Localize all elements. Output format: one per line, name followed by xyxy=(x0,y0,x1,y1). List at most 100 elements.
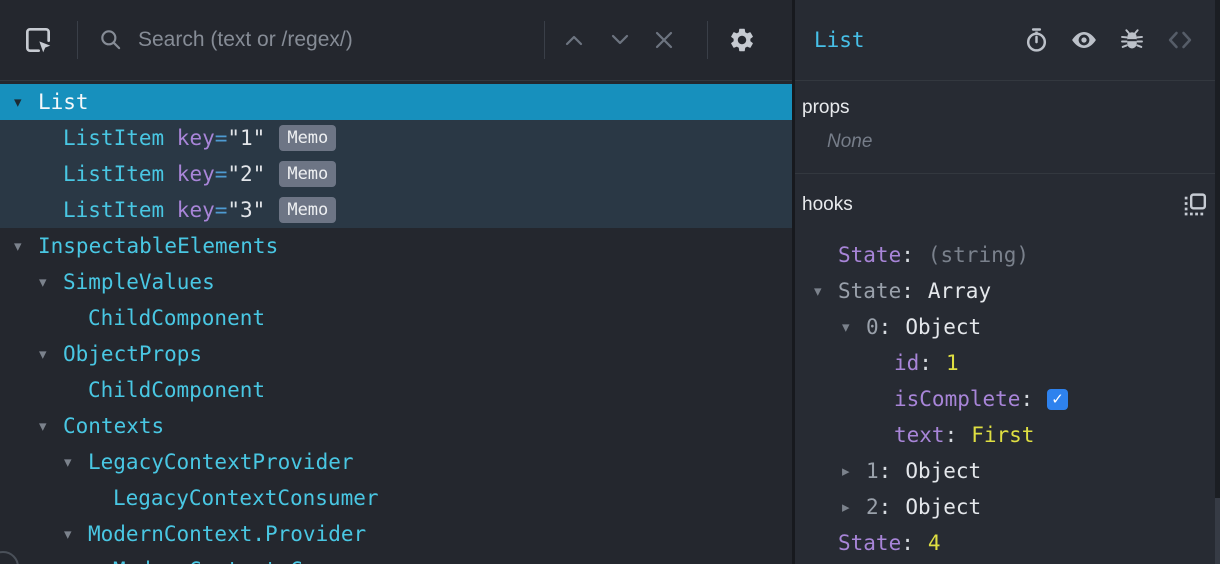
component-name: ModernContext.Consumer xyxy=(113,558,391,564)
inspector-panel: List props None hooks State: (string) ▾… xyxy=(792,0,1220,564)
component-name: Contexts xyxy=(63,414,165,438)
caret-down-icon[interactable]: ▾ xyxy=(814,282,838,300)
colon: : xyxy=(878,315,892,339)
equals-sign: = xyxy=(214,162,228,186)
hook-name: id xyxy=(894,351,920,375)
component-name: ListItem xyxy=(63,162,165,186)
hook-name: 0 xyxy=(866,315,879,339)
component-name: ListItem xyxy=(63,198,165,222)
colon: : xyxy=(878,459,892,483)
settings-button[interactable] xyxy=(722,20,762,60)
colon: : xyxy=(1020,387,1034,411)
hook-row-0[interactable]: ▾ 0: Object xyxy=(795,309,1220,345)
hook-name: 2 xyxy=(866,495,879,519)
hook-row-text: text: First xyxy=(795,417,1220,453)
hooks-section: hooks State: (string) ▾ State: Array ▾ 0: Objec… xyxy=(795,174,1220,564)
inspect-element-button[interactable] xyxy=(20,22,56,58)
code-brackets-icon xyxy=(1168,31,1192,49)
component-tree: ▾ List ListItem key = "1" Memo ListItem key = "2… xyxy=(0,81,792,564)
hook-value: 4 xyxy=(927,531,941,555)
component-name: ListItem xyxy=(63,126,165,150)
components-tree-panel: ▾ListListItem key="1"MemoListItem key="2… xyxy=(0,0,792,564)
tree-row-listitem[interactable]: ListItem key = "1" Memo xyxy=(0,120,792,156)
profiler-timer-button[interactable] xyxy=(1016,20,1056,60)
component-name: LegacyContextProvider xyxy=(88,450,354,474)
memo-badge: Memo xyxy=(279,197,337,223)
chevron-down-icon xyxy=(611,34,629,45)
hook-row-iscomplete: isComplete: ✓ xyxy=(795,381,1220,417)
bug-icon xyxy=(1121,29,1143,49)
hook-value: 1 xyxy=(945,351,959,375)
hook-name: State xyxy=(838,243,902,267)
tree-row-contexts[interactable]: ▾ Contexts xyxy=(0,408,792,444)
caret-right-icon[interactable]: ▸ xyxy=(842,462,866,480)
component-name: ObjectProps xyxy=(63,342,203,366)
scrollbar-thumb[interactable] xyxy=(1215,498,1220,564)
toolbar-divider xyxy=(707,21,708,59)
caret-down-icon[interactable]: ▾ xyxy=(14,93,38,111)
close-icon xyxy=(655,31,673,49)
equals-sign: = xyxy=(214,126,228,150)
hook-row-1[interactable]: ▸ 1: Object xyxy=(795,453,1220,489)
colon: : xyxy=(901,279,914,303)
hook-value: Object xyxy=(905,315,982,339)
view-source-button[interactable] xyxy=(1160,20,1200,60)
inspector-header: List xyxy=(795,0,1220,81)
inspect-element-icon xyxy=(26,28,51,53)
key-attribute-name: key xyxy=(164,198,215,222)
caret-down-icon[interactable]: ▾ xyxy=(64,453,88,471)
hook-row-state: State:4 xyxy=(795,525,1220,561)
caret-down-icon[interactable]: ▾ xyxy=(39,417,63,435)
key-attribute-name: key xyxy=(164,126,215,150)
props-header: props xyxy=(802,97,850,118)
tree-row-list[interactable]: ▾ List xyxy=(0,84,792,120)
checkbox-checked[interactable]: ✓ xyxy=(1047,388,1069,410)
tree-row-moderncontext-consumer[interactable]: ModernContext.Consumer xyxy=(0,552,792,564)
hooks-tree: State: (string) ▾ State: Array ▾ 0: Object id:1 i… xyxy=(795,237,1220,564)
next-match-button[interactable] xyxy=(601,21,639,59)
hook-value: Array xyxy=(927,279,992,303)
chevron-up-icon xyxy=(565,35,583,46)
hook-value: First xyxy=(971,423,1035,447)
component-name: List xyxy=(38,90,89,114)
clear-search-button[interactable] xyxy=(645,21,683,59)
equals-sign: = xyxy=(214,198,228,222)
hook-row-state[interactable]: ▾ State: Array xyxy=(795,273,1220,309)
tree-row-childcomponent[interactable]: ChildComponent xyxy=(0,300,792,336)
caret-down-icon[interactable]: ▾ xyxy=(842,318,866,336)
hook-name: isComplete xyxy=(894,387,1021,411)
tree-row-childcomponent[interactable]: ChildComponent xyxy=(0,372,792,408)
tree-row-listitem[interactable]: ListItem key = "2" Memo xyxy=(0,156,792,192)
caret-down-icon[interactable]: ▾ xyxy=(39,345,63,363)
search-input[interactable] xyxy=(138,28,540,52)
inspect-dom-button[interactable] xyxy=(1064,20,1104,60)
tree-row-legacycontextconsumer[interactable]: LegacyContextConsumer xyxy=(0,480,792,516)
hook-value: Object xyxy=(905,459,982,483)
gear-icon xyxy=(731,28,753,52)
caret-down-icon[interactable]: ▾ xyxy=(39,273,63,291)
hook-value: (string) xyxy=(927,243,1030,267)
tree-row-objectprops[interactable]: ▾ ObjectProps xyxy=(0,336,792,372)
hook-name: State xyxy=(838,279,902,303)
memo-badge: Memo xyxy=(279,161,337,187)
scrollbar-track[interactable] xyxy=(1215,0,1220,564)
hook-name: text xyxy=(894,423,945,447)
previous-match-button[interactable] xyxy=(555,21,593,59)
debug-log-button[interactable] xyxy=(1112,20,1152,60)
key-attribute-value: "1" xyxy=(227,126,266,150)
tree-row-listitem[interactable]: ListItem key = "3" Memo xyxy=(0,192,792,228)
tree-row-legacycontextprovider[interactable]: ▾ LegacyContextProvider xyxy=(0,444,792,480)
hook-row-2[interactable]: ▸ 2: Object xyxy=(795,489,1220,525)
key-attribute-name: key xyxy=(164,162,215,186)
key-attribute-value: "2" xyxy=(227,162,266,186)
eye-icon xyxy=(1072,32,1096,48)
parse-hook-names-button[interactable] xyxy=(1180,190,1210,220)
tree-row-simplevalues[interactable]: ▾ SimpleValues xyxy=(0,264,792,300)
caret-down-icon[interactable]: ▾ xyxy=(64,525,88,543)
caret-down-icon[interactable]: ▾ xyxy=(14,237,38,255)
component-name: LegacyContextConsumer xyxy=(113,486,379,510)
caret-right-icon[interactable]: ▸ xyxy=(842,498,866,516)
tree-row-inspectableelements[interactable]: ▾ InspectableElements xyxy=(0,228,792,264)
colon: : xyxy=(878,495,892,519)
tree-row-moderncontext-provider[interactable]: ▾ ModernContext.Provider xyxy=(0,516,792,552)
